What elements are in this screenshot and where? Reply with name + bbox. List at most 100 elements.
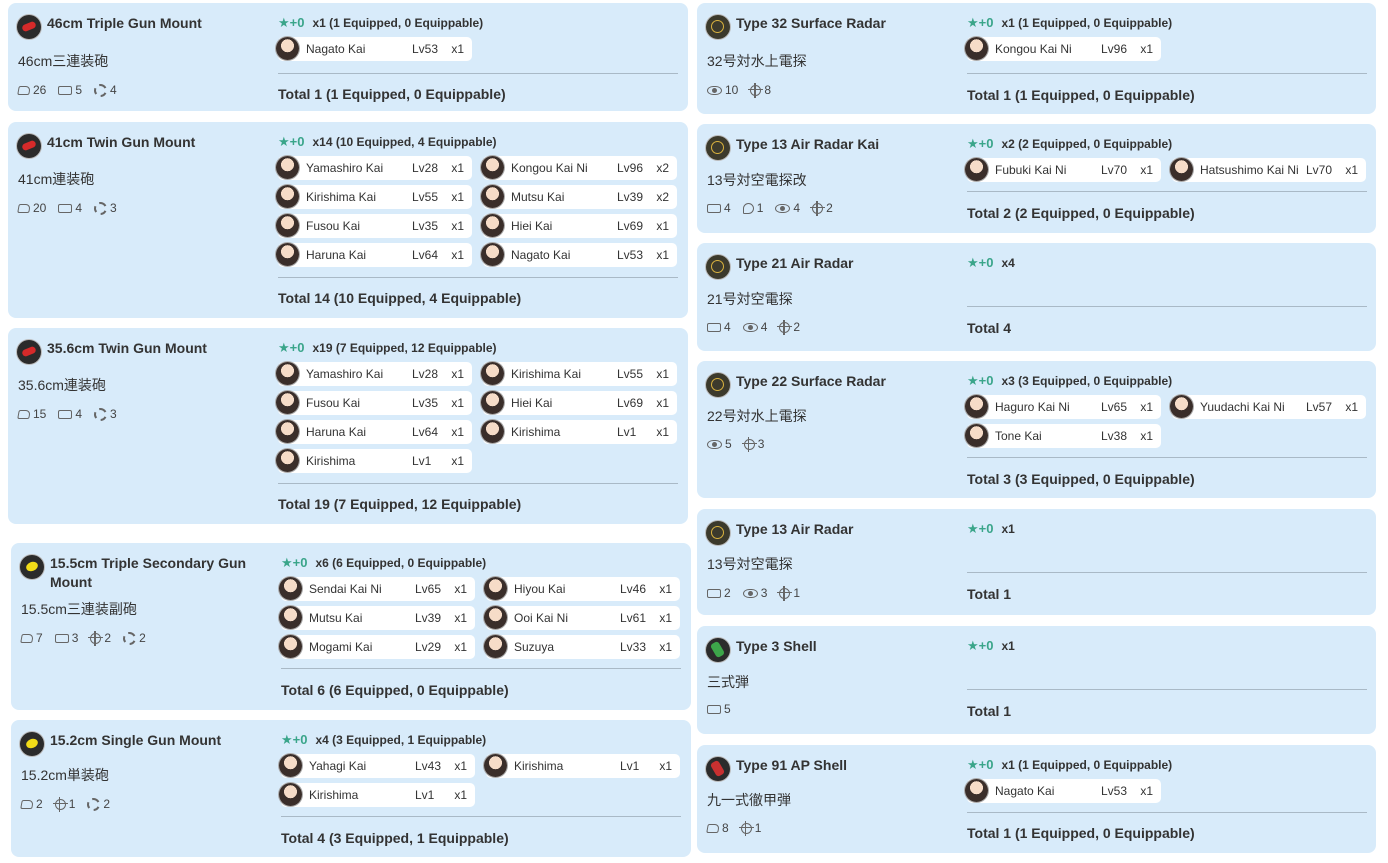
ship-chip[interactable]: Nagato Kai Lv53 x1	[965, 779, 1161, 803]
ship-name: Fubuki Kai Ni	[995, 163, 1067, 177]
ship-chip[interactable]: Nagato Kai Lv53 x1	[276, 37, 472, 61]
accuracy-icon	[88, 630, 104, 646]
equipment-card: Type 3 Shell 三式弾 5 ★+0 x1 Total 1	[697, 626, 1376, 734]
ship-avatar	[484, 754, 507, 777]
ship-chip[interactable]: Kirishima Lv1 x1	[276, 449, 472, 473]
ship-count: x1	[454, 582, 467, 596]
ship-level: Lv64	[412, 425, 439, 439]
stat-item: 2	[777, 319, 800, 335]
ship-chip[interactable]: Hiei Kai Lv69 x1	[481, 391, 677, 415]
ship-chip[interactable]: Haguro Kai Ni Lv65 x1	[965, 395, 1161, 419]
ship-list: Yamashiro Kai Lv28 x1 Kirishima Kai Lv55 x1 Fu…	[276, 362, 677, 473]
ship-chip[interactable]: Tone Kai Lv38 x1	[965, 424, 1161, 448]
equipment-name[interactable]: Type 91 AP Shell	[736, 756, 847, 775]
ship-chip[interactable]: Suzuya Lv33 x1	[484, 635, 680, 659]
ship-chip[interactable]: Kirishima Kai Lv55 x1	[481, 362, 677, 386]
equipment-name[interactable]: 46cm Triple Gun Mount	[47, 14, 277, 33]
stat-value: 2	[36, 797, 43, 811]
ship-list: Kongou Kai Ni Lv96 x1	[965, 37, 1366, 61]
stat-item: 15	[17, 407, 46, 421]
ship-chip[interactable]: Yamashiro Kai Lv28 x1	[276, 362, 472, 386]
ship-name: Kongou Kai Ni	[511, 161, 588, 175]
ship-count: x1	[659, 640, 672, 654]
ship-list: Yahagi Kai Lv43 x1 Kirishima Lv1 x1 Kirishima L…	[279, 754, 680, 807]
ship-chip[interactable]: Yamashiro Kai Lv28 x1	[276, 156, 472, 180]
stat-value: 2	[139, 631, 146, 645]
stat-value: 4	[110, 83, 117, 97]
ship-chip[interactable]: Kongou Kai Ni Lv96 x2	[481, 156, 677, 180]
ship-chip[interactable]: Mogami Kai Lv29 x1	[279, 635, 475, 659]
green-shell-icon	[706, 638, 730, 662]
ship-level: Lv28	[412, 367, 439, 381]
equipment-detail: ★+0 x4 (3 Equipped, 1 Equippable) Yahagi K…	[279, 731, 680, 807]
ship-count: x1	[1140, 429, 1153, 443]
equipment-name[interactable]: Type 13 Air Radar Kai	[736, 135, 879, 154]
equipment-name[interactable]: Type 3 Shell	[736, 637, 817, 656]
ship-name: Yahagi Kai	[309, 759, 367, 773]
equipment-total: Total 1 (1 Equipped, 0 Equippable)	[278, 86, 506, 102]
ship-name: Hiei Kai	[511, 396, 553, 410]
ship-chip[interactable]: Mutsu Kai Lv39 x2	[481, 185, 677, 209]
equipment-name[interactable]: 41cm Twin Gun Mount	[47, 133, 277, 152]
ship-chip[interactable]: Hiyou Kai Lv46 x1	[484, 577, 680, 601]
improvement-star: ★+0	[278, 15, 305, 30]
accuracy-icon	[810, 200, 826, 216]
ship-chip[interactable]: Kirishima Lv1 x1	[484, 754, 680, 778]
equipment-count: x4	[1001, 256, 1015, 270]
ship-chip[interactable]: Kirishima Lv1 x1	[279, 783, 475, 807]
stat-value: 3	[71, 631, 79, 645]
ship-avatar	[276, 214, 299, 237]
equipment-name[interactable]: Type 22 Surface Radar	[736, 372, 886, 391]
ship-chip[interactable]: Fusou Kai Lv35 x1	[276, 391, 472, 415]
line-of-sight-icon	[707, 85, 722, 95]
ship-chip[interactable]: Mutsu Kai Lv39 x1	[279, 606, 475, 630]
stat-item: 3	[741, 436, 764, 452]
ship-level: Lv53	[1101, 784, 1128, 798]
stat-value: 5	[75, 83, 83, 97]
ship-count: x1	[454, 640, 467, 654]
ship-chip[interactable]: Nagato Kai Lv53 x1	[481, 243, 677, 267]
ship-name: Kirishima Kai	[511, 367, 582, 381]
stat-value: 1	[68, 797, 76, 811]
ship-chip[interactable]: Yuudachi Kai Ni Lv57 x1	[1170, 395, 1366, 419]
ship-count: x1	[1140, 42, 1153, 56]
ship-chip[interactable]: Yahagi Kai Lv43 x1	[279, 754, 475, 778]
ship-chip[interactable]: Fusou Kai Lv35 x1	[276, 214, 472, 238]
line-of-sight-icon	[775, 203, 791, 213]
equipment-card: 35.6cm Twin Gun Mount 35.6cm連装砲 15 4 3 ★+0 x19…	[8, 328, 688, 524]
ship-count: x1	[656, 219, 669, 233]
equipment-total: Total 6 (6 Equipped, 0 Equippable)	[281, 682, 509, 698]
ship-level: Lv39	[617, 190, 644, 204]
equipment-name[interactable]: Type 21 Air Radar	[736, 254, 854, 273]
ship-chip[interactable]: Haruna Kai Lv64 x1	[276, 420, 472, 444]
ship-chip[interactable]: Fubuki Kai Ni Lv70 x1	[965, 158, 1161, 182]
ship-avatar	[481, 214, 504, 237]
ship-chip[interactable]: Kongou Kai Ni Lv96 x1	[965, 37, 1161, 61]
equipment-japanese-name: 21号対空電探	[707, 291, 793, 307]
ship-level: Lv53	[412, 42, 439, 56]
accuracy-icon	[52, 796, 68, 812]
ship-chip[interactable]: Hatsushimo Kai Ni Lv70 x1	[1170, 158, 1366, 182]
ship-chip[interactable]: Ooi Kai Ni Lv61 x1	[484, 606, 680, 630]
accuracy-icon	[748, 82, 764, 98]
equipment-stats: 4 1 4 2	[707, 200, 833, 216]
red-gun-icon	[17, 340, 41, 364]
stat-value: 2	[724, 586, 731, 600]
ship-chip[interactable]: Hiei Kai Lv69 x1	[481, 214, 677, 238]
equipment-name[interactable]: Type 32 Surface Radar	[736, 14, 886, 33]
firepower-icon	[17, 203, 31, 213]
ship-count: x1	[451, 367, 464, 381]
stat-value: 8	[722, 821, 729, 835]
ship-avatar	[965, 395, 988, 418]
stat-value: 20	[33, 201, 47, 215]
ship-chip[interactable]: Haruna Kai Lv64 x1	[276, 243, 472, 267]
stat-value: 5	[724, 702, 731, 716]
ship-chip[interactable]: Sendai Kai Ni Lv65 x1	[279, 577, 475, 601]
equipment-name[interactable]: 35.6cm Twin Gun Mount	[47, 339, 277, 358]
ship-name: Suzuya	[514, 640, 555, 654]
equipment-name[interactable]: 15.2cm Single Gun Mount	[50, 731, 280, 750]
equipment-name[interactable]: Type 13 Air Radar	[736, 520, 854, 539]
equipment-name[interactable]: 15.5cm Triple Secondary Gun Mount	[50, 554, 250, 592]
ship-chip[interactable]: Kirishima Kai Lv55 x1	[276, 185, 472, 209]
ship-chip[interactable]: Kirishima Lv1 x1	[481, 420, 677, 444]
